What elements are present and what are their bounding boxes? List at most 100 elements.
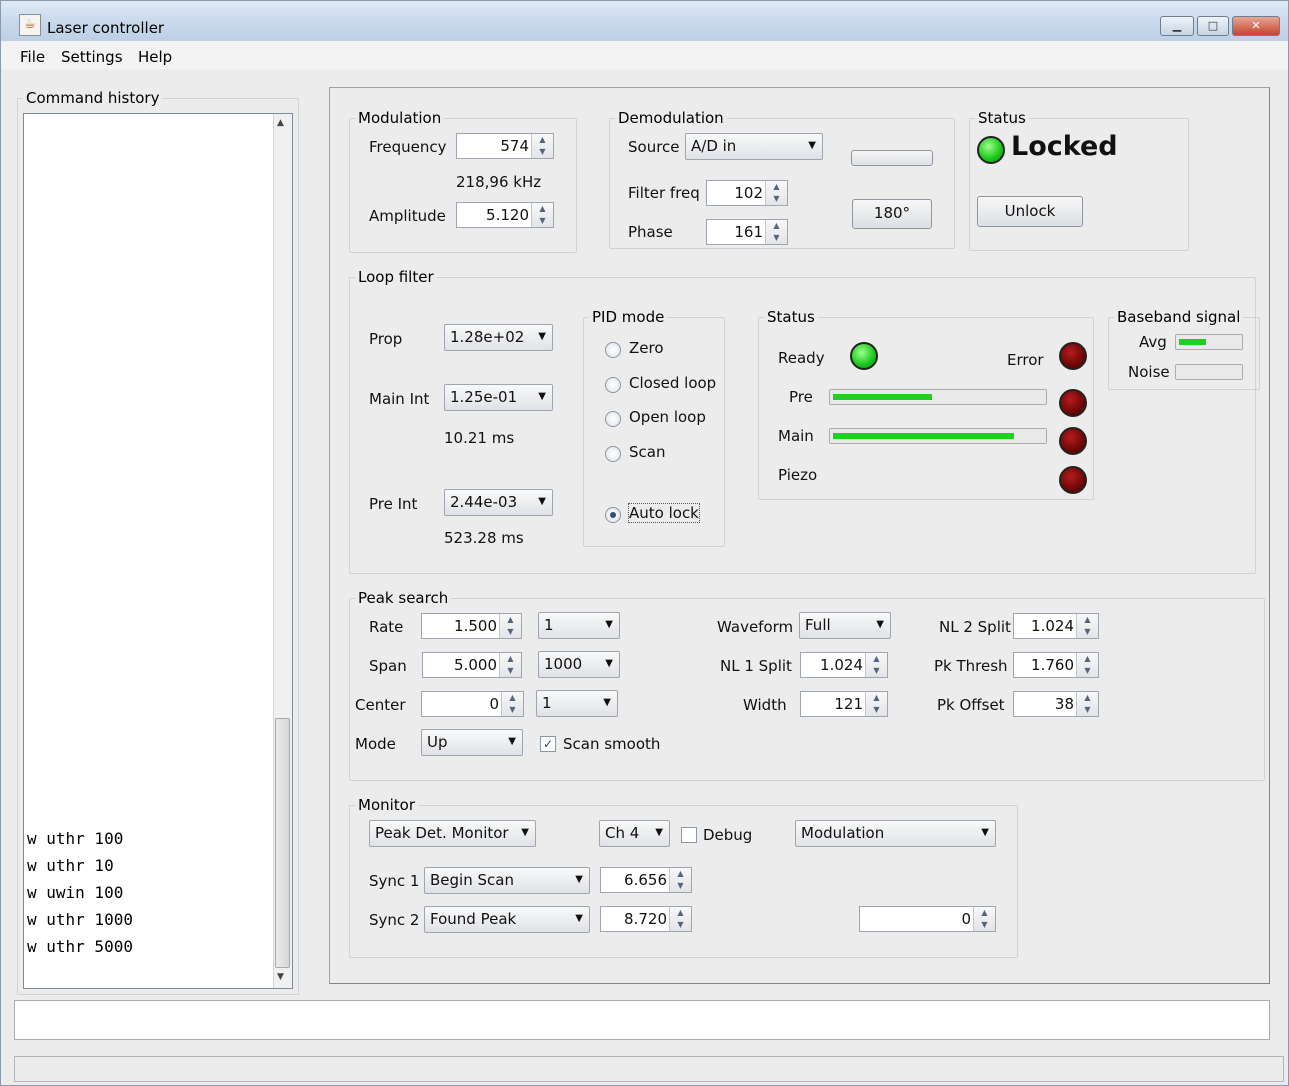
spinner-arrows-icon[interactable]: ▲ ▼ (531, 134, 553, 158)
menu-settings[interactable]: Settings (61, 48, 123, 66)
debug-checkbox[interactable] (681, 827, 697, 843)
minimize-button[interactable]: ▁ (1160, 16, 1194, 36)
prop-label: Prop (369, 330, 403, 348)
span-select[interactable]: 1000 ▼ (538, 651, 620, 678)
spinner-arrows-icon[interactable]: ▲ ▼ (765, 181, 787, 205)
avg-level-fill (1179, 339, 1206, 345)
scan-smooth-label[interactable]: Scan smooth (563, 735, 660, 753)
ready-led (850, 342, 878, 370)
unlock-button[interactable]: Unlock (977, 196, 1083, 227)
scroll-up-icon[interactable]: ▲ (277, 118, 284, 128)
spinner-arrows-icon[interactable]: ▲ ▼ (531, 203, 553, 227)
pid-closed-loop-label[interactable]: Closed loop (629, 374, 716, 392)
scroll-down-icon[interactable]: ▼ (277, 972, 284, 982)
main-label: Main (778, 427, 814, 445)
pre-int-select[interactable]: 2.44e-03 ▼ (444, 489, 553, 516)
spinner-arrows-icon[interactable]: ▲ ▼ (1076, 653, 1098, 677)
sync2-select[interactable]: Found Peak ▼ (424, 906, 590, 933)
width-spinner[interactable]: 121 ▲ ▼ (800, 691, 888, 717)
status-label: Status (978, 109, 1026, 127)
spinner-arrows-icon[interactable]: ▲ ▼ (865, 692, 887, 716)
waveform-select[interactable]: Full ▼ (799, 612, 891, 639)
command-history-list[interactable]: w uthr 100 w uthr 10 w uwin 100 w uthr 1… (23, 113, 293, 989)
rate-spinner[interactable]: 1.500 ▲ ▼ (421, 613, 522, 639)
piezo-led (1059, 466, 1087, 494)
nl1-split-label: NL 1 Split (720, 657, 792, 675)
monitor-mode-select[interactable]: Modulation ▼ (795, 820, 996, 847)
sync1-select[interactable]: Begin Scan ▼ (424, 867, 590, 894)
history-line: w uthr 5000 (27, 937, 133, 956)
spinner-arrows-icon[interactable]: ▲ ▼ (1076, 692, 1098, 716)
menu-bar: File Settings Help (1, 41, 1288, 69)
spinner-arrows-icon[interactable]: ▲ ▼ (973, 907, 995, 931)
main-int-time: 10.21 ms (444, 429, 515, 447)
center-spinner[interactable]: 0 ▲ ▼ (421, 691, 524, 717)
amplitude-spinner[interactable]: 5.120 ▲ ▼ (456, 202, 554, 228)
pk-offset-spinner[interactable]: 38 ▲ ▼ (1013, 691, 1099, 717)
source-label: Source (628, 138, 680, 156)
spinner-arrows-icon[interactable]: ▲ ▼ (1076, 614, 1098, 638)
phase-180-button[interactable]: 180° (852, 199, 932, 229)
title-bar: ☕ Laser controller ▁ □ ✕ (1, 1, 1288, 41)
monitor-source-select[interactable]: Peak Det. Monitor ▼ (369, 820, 536, 847)
pid-open-loop-label[interactable]: Open loop (629, 408, 706, 426)
history-scrollbar[interactable]: ▲ ▼ (273, 114, 292, 988)
demod-indicator-button[interactable] (851, 150, 933, 166)
sync1-spinner[interactable]: 6.656 ▲ ▼ (600, 867, 692, 893)
span-spinner[interactable]: 5.000 ▲ ▼ (422, 652, 522, 678)
chevron-down-icon: ▼ (538, 391, 546, 402)
main-int-select[interactable]: 1.25e-01 ▼ (444, 384, 553, 411)
sync2-spinner[interactable]: 8.720 ▲ ▼ (600, 906, 692, 932)
spinner-arrows-icon[interactable]: ▲ ▼ (669, 907, 691, 931)
pre-int-label: Pre Int (369, 495, 418, 513)
waveform-label: Waveform (717, 618, 794, 636)
menu-file[interactable]: File (20, 48, 45, 66)
maximize-button[interactable]: □ (1197, 16, 1229, 36)
pk-thresh-spinner[interactable]: 1.760 ▲ ▼ (1013, 652, 1099, 678)
sync1-label: Sync 1 (369, 872, 420, 890)
rate-select[interactable]: 1 ▼ (538, 612, 620, 639)
window-title: Laser controller (47, 19, 165, 37)
sync2-label: Sync 2 (369, 911, 420, 929)
monitor-value-spinner[interactable]: 0 ▲ ▼ (859, 906, 996, 932)
spinner-arrows-icon[interactable]: ▲ ▼ (765, 220, 787, 244)
center-select[interactable]: 1 ▼ (536, 690, 618, 717)
spinner-arrows-icon[interactable]: ▲ ▼ (499, 614, 521, 638)
pid-scan-radio[interactable] (605, 446, 621, 462)
error-led (1059, 342, 1087, 370)
error-label: Error (1007, 351, 1044, 369)
pid-zero-label[interactable]: Zero (629, 339, 664, 357)
history-scroll-thumb[interactable] (275, 718, 290, 968)
pid-zero-radio[interactable] (605, 342, 621, 358)
spinner-arrows-icon[interactable]: ▲ ▼ (865, 653, 887, 677)
mode-label: Mode (355, 735, 396, 753)
nl2-split-spinner[interactable]: 1.024 ▲ ▼ (1013, 613, 1099, 639)
center-label: Center (355, 696, 406, 714)
close-button[interactable]: ✕ (1232, 16, 1280, 36)
history-line: w uwin 100 (27, 883, 124, 902)
source-select[interactable]: A/D in ▼ (685, 133, 823, 160)
mode-select[interactable]: Up ▼ (421, 729, 523, 756)
scan-smooth-checkbox[interactable]: ✓ (540, 736, 556, 752)
nl1-split-spinner[interactable]: 1.024 ▲ ▼ (800, 652, 888, 678)
pid-closed-loop-radio[interactable] (605, 377, 621, 393)
debug-label[interactable]: Debug (703, 826, 752, 844)
pid-scan-label[interactable]: Scan (629, 443, 665, 461)
spinner-arrows-icon[interactable]: ▲ ▼ (501, 692, 523, 716)
prop-select[interactable]: 1.28e+02 ▼ (444, 324, 553, 351)
chevron-down-icon: ▼ (575, 874, 583, 885)
chevron-down-icon: ▼ (575, 913, 583, 924)
monitor-channel-select[interactable]: Ch 4 ▼ (599, 820, 670, 847)
history-line: w uthr 1000 (27, 910, 133, 929)
command-input[interactable] (14, 1000, 1270, 1040)
loop-status-label: Status (767, 308, 815, 326)
pid-open-loop-radio[interactable] (605, 411, 621, 427)
pid-auto-lock-radio[interactable] (605, 507, 621, 523)
frequency-spinner[interactable]: 574 ▲ ▼ (456, 133, 554, 159)
filter-freq-spinner[interactable]: 102 ▲ ▼ (706, 180, 788, 206)
phase-spinner[interactable]: 161 ▲ ▼ (706, 219, 788, 245)
pid-auto-lock-label[interactable]: Auto lock (628, 503, 700, 523)
spinner-arrows-icon[interactable]: ▲ ▼ (499, 653, 521, 677)
spinner-arrows-icon[interactable]: ▲ ▼ (669, 868, 691, 892)
menu-help[interactable]: Help (138, 48, 172, 66)
